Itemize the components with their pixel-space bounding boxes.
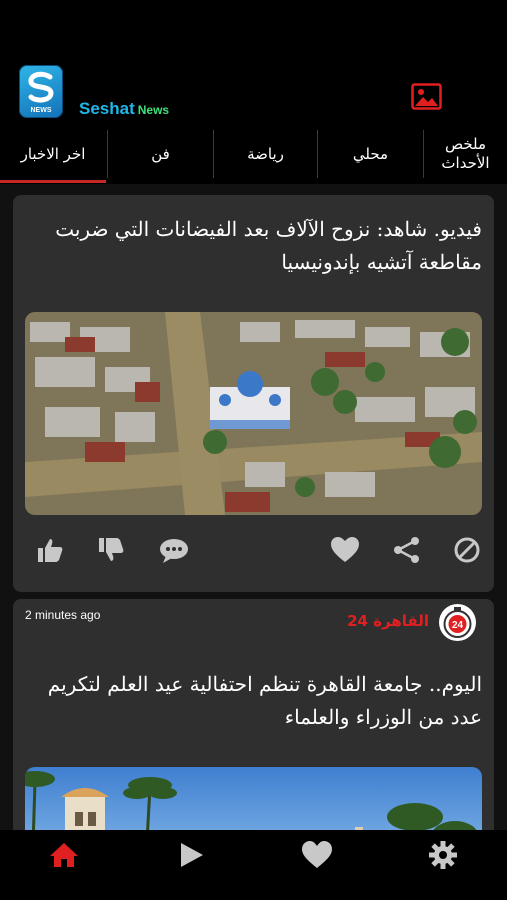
app-logo: NEWS	[19, 65, 63, 118]
tab-divider	[213, 130, 214, 178]
source-logo-text: 24	[452, 620, 464, 631]
tab-divider	[107, 130, 108, 178]
tab-sports[interactable]: رياضة	[214, 128, 317, 180]
tab-label: ملخص الأحداث	[441, 135, 490, 172]
tab-divider	[317, 130, 318, 178]
news-timestamp: 2 minutes ago	[25, 608, 101, 622]
news-title[interactable]: اليوم.. جامعة القاهرة تنظم احتفالية عيد …	[22, 668, 482, 734]
tab-label: محلي	[352, 144, 389, 163]
bottom-navigation	[0, 830, 507, 900]
news-card[interactable]: فيديو. شاهد: نزوح الآلاف بعد الفيضانات ا…	[13, 195, 494, 592]
dislike-icon[interactable]	[96, 536, 126, 564]
tab-summary[interactable]: ملخص الأحداث	[424, 128, 507, 180]
category-tabs: ملخص الأحداث محلي رياضة فن اخر الاخبار	[0, 128, 507, 184]
active-tab-indicator	[0, 180, 106, 183]
app-header: NEWS Seshat News	[0, 0, 507, 128]
brand-main-text: Seshat	[79, 99, 135, 118]
tab-art[interactable]: فن	[108, 128, 213, 180]
tab-local[interactable]: محلي	[318, 128, 423, 180]
news-image[interactable]	[25, 767, 482, 830]
news-source-name[interactable]: القاهرة 24	[347, 612, 429, 630]
news-title[interactable]: فيديو. شاهد: نزوح الآلاف بعد الفيضانات ا…	[22, 213, 482, 279]
news-source-logo[interactable]: 24	[439, 604, 476, 641]
like-icon[interactable]	[35, 536, 65, 564]
news-feed[interactable]: فيديو. شاهد: نزوح الآلاف بعد الفيضانات ا…	[0, 184, 507, 830]
brand-name: Seshat News	[79, 99, 169, 119]
tab-label: اخر الاخبار	[20, 144, 86, 163]
tab-label: رياضة	[247, 144, 284, 163]
news-card[interactable]: 2 minutes ago القاهرة 24 24 اليوم.. جامع…	[13, 599, 494, 830]
block-icon[interactable]	[453, 536, 483, 564]
favorite-icon[interactable]	[330, 536, 360, 564]
logo-s-mark	[28, 71, 54, 103]
play-icon[interactable]	[176, 840, 208, 870]
tab-divider	[423, 130, 424, 178]
image-gallery-icon[interactable]	[411, 83, 442, 110]
news-image[interactable]	[25, 312, 482, 515]
comment-icon[interactable]	[158, 536, 188, 564]
home-icon[interactable]	[48, 840, 80, 870]
tab-label: فن	[151, 144, 170, 163]
card-actions	[13, 530, 494, 570]
logo-caption: NEWS	[30, 107, 52, 114]
share-icon[interactable]	[392, 536, 422, 564]
brand-sub-text: News	[137, 103, 170, 117]
heart-icon[interactable]	[301, 840, 333, 870]
settings-icon[interactable]	[428, 840, 460, 870]
tab-latest-news[interactable]: اخر الاخبار	[0, 128, 106, 180]
